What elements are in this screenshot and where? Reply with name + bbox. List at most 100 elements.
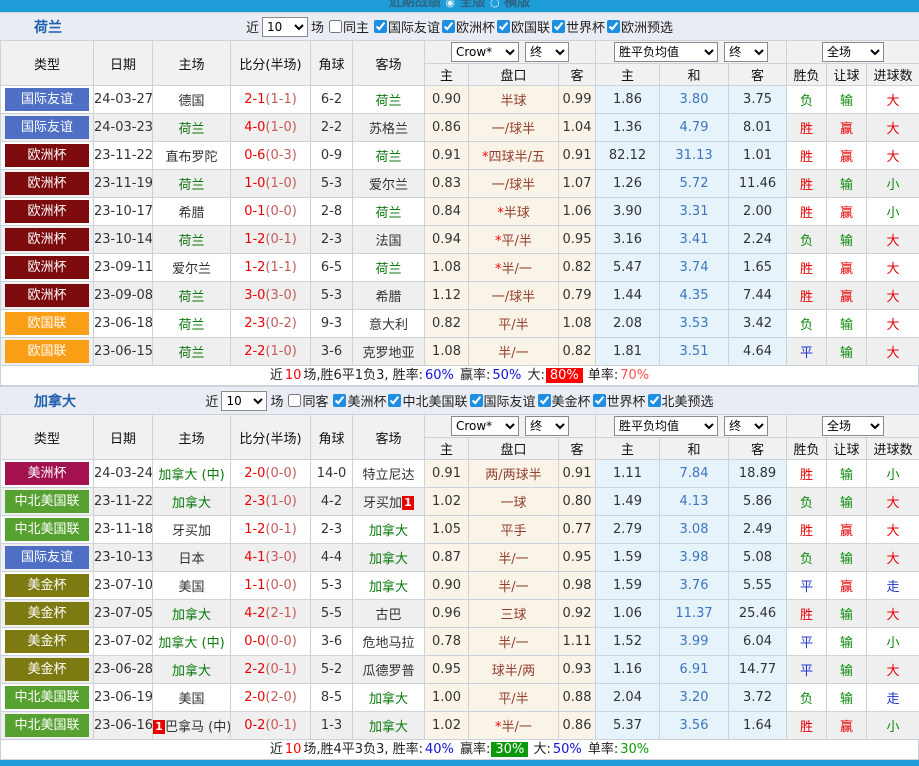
handicap-line: 半球 (500, 94, 527, 109)
handicap-result-cell: 输 (826, 337, 868, 366)
league-filter-checkbox[interactable] (497, 19, 511, 33)
handicap-result-cell: 输 (826, 85, 868, 114)
col-odds-away: 客 (557, 63, 597, 86)
home-team-cell: 爱尔兰 (152, 253, 231, 282)
goals-result-cell: 大 (866, 655, 919, 684)
handicap-cell: 半/一 (468, 337, 559, 366)
goals-result-cell: 大 (866, 253, 919, 282)
avg-type-select[interactable]: 胜平负均值 (613, 42, 718, 62)
fulltime-score: 0-2 (244, 718, 266, 733)
league-filter-checkbox[interactable] (373, 19, 387, 33)
view-horizontal-label: 横版 (504, 0, 531, 10)
league-filter-checkbox[interactable] (537, 393, 551, 407)
summary-segment: 单率: (583, 742, 619, 757)
league-filter-checkbox[interactable] (333, 393, 347, 407)
avg-draw-cell: 5.72 (659, 169, 730, 198)
league-type-cell: 欧洲杯 (0, 197, 94, 226)
corner-cell: 14-0 (310, 459, 353, 488)
col-avg-draw: 和 (659, 63, 730, 86)
league-type-cell: 美金杯 (0, 571, 94, 600)
league-filter-label: 美金杯 (551, 394, 591, 410)
league-filter-checkbox[interactable] (552, 19, 566, 33)
scope-select[interactable]: 全场 (822, 416, 885, 436)
home-odds-cell: 0.96 (424, 599, 469, 628)
away-team-cell: 加拿大 (352, 515, 425, 544)
corner-cell: 5-2 (310, 655, 353, 684)
handicap-cell: 平/半 (468, 309, 559, 338)
record-summary-canada: 近 10 场,胜4平3负3, 胜率: 40% 赢率: 30% 大: 50% 单率: 30% (0, 740, 919, 760)
team-name: 古巴 (375, 608, 402, 623)
date-cell: 23-07-05 (93, 599, 153, 628)
scope-select[interactable]: 全场 (822, 42, 885, 62)
away-odds-cell: 0.77 (557, 515, 597, 544)
score-cell: 2-3(0-2) (230, 309, 311, 338)
home-team-cell: 日本 (152, 543, 231, 572)
away-odds-cell: 0.91 (557, 459, 597, 488)
league-filter-checkbox[interactable] (647, 393, 661, 407)
league-type-cell: 中北美国联 (0, 711, 94, 740)
games-unit-label: 场 (270, 395, 284, 410)
home-team-cell: 加拿大 (152, 599, 231, 628)
halftime-score: (0-0) (265, 578, 297, 593)
league-type-cell: 美金杯 (0, 599, 94, 628)
league-filter-label: 欧洲预选 (621, 20, 674, 36)
handicap-cell: *平/半 (468, 225, 559, 254)
team-name: 巴拿马 (中) (165, 720, 231, 735)
league-filter-checkbox[interactable] (592, 393, 606, 407)
league-badge: 美金杯 (5, 630, 89, 653)
halftime-score: (0-0) (265, 204, 297, 219)
avg-lose-cell: 5.08 (728, 543, 788, 572)
home-team-cell: 加拿大 (152, 655, 231, 684)
handicap-line: 半/一 (501, 720, 532, 735)
league-badge: 美金杯 (5, 602, 89, 625)
bookmaker-select[interactable]: Crow* (450, 416, 519, 436)
score-cell: 2-0(2-0) (230, 683, 311, 712)
league-filter-checkbox[interactable] (469, 393, 483, 407)
fulltime-score: 1-2 (244, 522, 266, 537)
result-cell: 负 (786, 543, 828, 572)
same-home-checkbox[interactable] (328, 20, 342, 33)
away-team-cell: 克罗地亚 (352, 337, 425, 366)
away-odds-cell: 0.93 (557, 655, 597, 684)
league-filter: 欧国联 (495, 17, 550, 36)
team-name: 瓜德罗普 (362, 664, 415, 679)
match-row: 欧国联 23-06-15 荷兰 2-2(1-0) 3-6 克罗地亚 1.08 半/一 0.82 1… (0, 337, 919, 366)
corner-cell: 4-2 (310, 487, 353, 516)
team-filter-bar-netherlands: 荷兰 近 10 场 同主 国际友谊 欧洲杯 欧国联 世界杯 欧洲预选 (0, 12, 919, 40)
col-handicap: 盘口 (468, 437, 559, 460)
bookmaker-select[interactable]: Crow* (450, 42, 519, 62)
filter-controls: 近 10 场 同主 国际友谊 欧洲杯 欧国联 世界杯 欧洲预选 (246, 16, 674, 37)
halftime-score: (0-0) (265, 634, 297, 649)
avg-type-select[interactable]: 胜平负均值 (613, 416, 718, 436)
league-filter-checkbox[interactable] (388, 393, 402, 407)
away-team-cell: 意大利 (352, 309, 425, 338)
away-odds-cell: 0.80 (557, 487, 597, 516)
avg-stage-select[interactable]: 终 (724, 42, 769, 62)
handicap-result-cell: 输 (826, 487, 868, 516)
league-badge: 国际友谊 (5, 546, 89, 569)
league-badge: 欧洲杯 (5, 200, 89, 223)
odds-stage-select[interactable]: 终 (525, 416, 570, 436)
goals-result-cell: 大 (866, 599, 919, 628)
view-horizontal-radio[interactable]: ○ (490, 0, 500, 9)
handicap-line: 一/球半 (491, 178, 536, 193)
handicap-cell: *半球 (468, 197, 559, 226)
filter-controls: 近 10 场 同客 美洲杯 中北美国联 国际友谊 美金杯 世界杯 北美预选 (205, 390, 714, 411)
league-filter-checkbox[interactable] (607, 19, 621, 33)
fulltime-score: 2-3 (244, 316, 266, 331)
recent-count-select[interactable]: 10 (261, 16, 308, 37)
avg-win-cell: 1.06 (595, 599, 661, 628)
avg-stage-select[interactable]: 终 (724, 416, 769, 436)
away-odds-cell: 1.04 (557, 113, 597, 142)
col-handicap-result: 让球 (826, 63, 868, 86)
odds-stage-select[interactable]: 终 (525, 42, 570, 62)
league-filter-checkbox[interactable] (442, 19, 455, 33)
halftime-score: (1-0) (265, 176, 297, 191)
view-full-radio[interactable]: ◉ (445, 0, 455, 9)
league-type-cell: 欧洲杯 (0, 253, 94, 282)
col-home: 主场 (152, 414, 231, 460)
same-away-checkbox[interactable] (288, 394, 302, 407)
col-corner: 角球 (310, 40, 353, 86)
league-type-cell: 欧洲杯 (0, 169, 94, 198)
recent-count-select[interactable]: 10 (221, 390, 268, 411)
